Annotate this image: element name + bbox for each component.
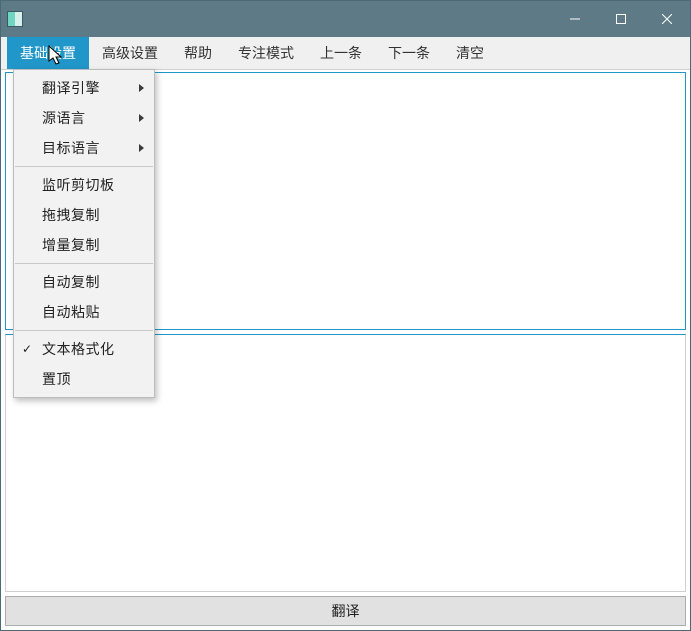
- dd-item-label: 翻译引擎: [42, 78, 100, 98]
- window-controls: [552, 1, 690, 37]
- menubar: 基础设置 高级设置 帮助 专注模式 上一条 下一条 清空: [1, 37, 690, 70]
- dd-item-label: 拖拽复制: [42, 205, 100, 225]
- dd-item-label: 监听剪切板: [42, 175, 115, 195]
- chevron-right-icon: [139, 144, 144, 152]
- menu-focus-mode[interactable]: 专注模式: [225, 37, 307, 69]
- dd-incremental-copy[interactable]: 增量复制: [14, 230, 154, 260]
- titlebar-left: [1, 11, 29, 27]
- dd-separator: [15, 263, 153, 264]
- menu-advanced-settings[interactable]: 高级设置: [89, 37, 171, 69]
- chevron-right-icon: [139, 114, 144, 122]
- menu-label: 专注模式: [238, 43, 294, 63]
- dd-auto-copy[interactable]: 自动复制: [14, 267, 154, 297]
- menu-label: 基础设置: [20, 43, 76, 63]
- maximize-button[interactable]: [598, 1, 644, 37]
- basic-settings-dropdown: 翻译引擎 源语言 目标语言 监听剪切板 拖拽复制 增量复制 自动复制 自动粘贴: [13, 69, 155, 398]
- dd-source-language[interactable]: 源语言: [14, 103, 154, 133]
- translate-button-label: 翻译: [332, 601, 360, 621]
- dd-separator: [15, 166, 153, 167]
- menu-label: 上一条: [320, 43, 362, 63]
- menu-label: 清空: [456, 43, 484, 63]
- chevron-right-icon: [139, 84, 144, 92]
- dd-item-label: 源语言: [42, 108, 86, 128]
- dd-item-label: 目标语言: [42, 138, 100, 158]
- dd-item-label: 增量复制: [42, 235, 100, 255]
- dd-item-label: 自动复制: [42, 272, 100, 292]
- dd-translate-engine[interactable]: 翻译引擎: [14, 73, 154, 103]
- menu-basic-settings[interactable]: 基础设置: [7, 37, 89, 69]
- dd-stay-on-top[interactable]: 置顶: [14, 364, 154, 394]
- dd-auto-paste[interactable]: 自动粘贴: [14, 297, 154, 327]
- check-icon: ✓: [22, 342, 33, 356]
- dd-item-label: 自动粘贴: [42, 302, 100, 322]
- dd-drag-copy[interactable]: 拖拽复制: [14, 200, 154, 230]
- menu-help[interactable]: 帮助: [171, 37, 225, 69]
- translate-button[interactable]: 翻译: [5, 596, 686, 626]
- minimize-button[interactable]: [552, 1, 598, 37]
- close-button[interactable]: [644, 1, 690, 37]
- menu-label: 帮助: [184, 43, 212, 63]
- app-icon: [7, 11, 23, 27]
- dd-item-label: 置顶: [42, 369, 71, 389]
- menu-next[interactable]: 下一条: [375, 37, 443, 69]
- dd-target-language[interactable]: 目标语言: [14, 133, 154, 163]
- menu-label: 高级设置: [102, 43, 158, 63]
- dd-listen-clipboard[interactable]: 监听剪切板: [14, 170, 154, 200]
- titlebar: [1, 1, 690, 37]
- dd-text-format[interactable]: ✓ 文本格式化: [14, 334, 154, 364]
- dd-separator: [15, 330, 153, 331]
- menu-clear[interactable]: 清空: [443, 37, 497, 69]
- menu-previous[interactable]: 上一条: [307, 37, 375, 69]
- maximize-icon: [616, 14, 626, 24]
- app-window: 基础设置 高级设置 帮助 专注模式 上一条 下一条 清空 翻译 翻译引擎 源语言…: [0, 0, 691, 631]
- minimize-icon: [570, 14, 580, 24]
- menu-label: 下一条: [388, 43, 430, 63]
- dd-item-label: 文本格式化: [42, 339, 115, 359]
- close-icon: [662, 14, 672, 24]
